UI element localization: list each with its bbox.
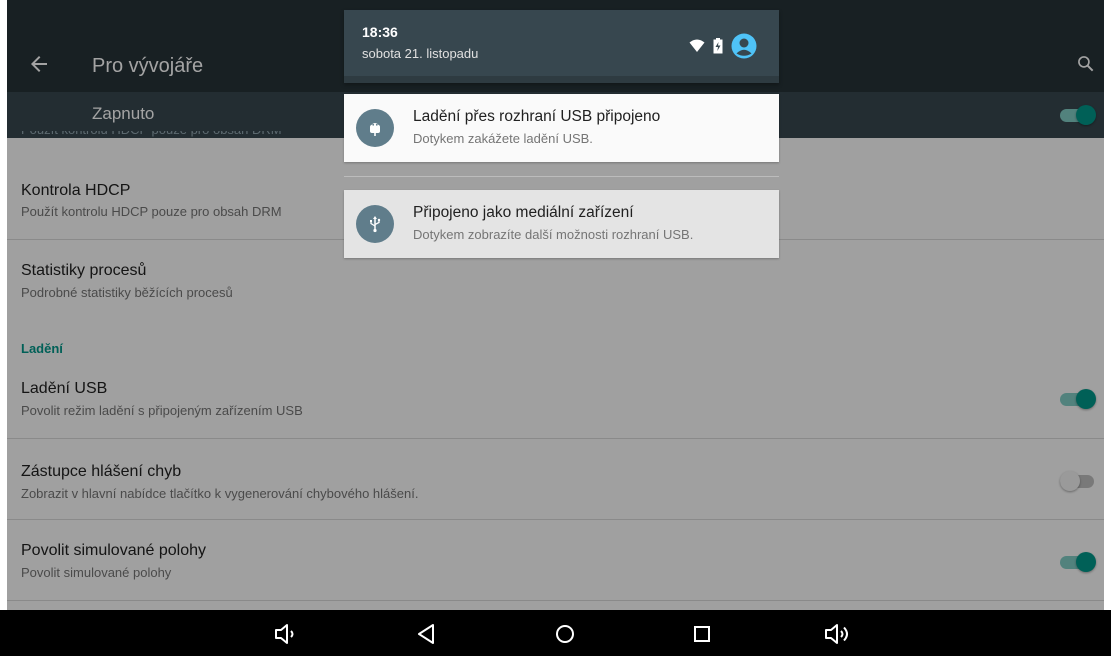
notification-title: Připojeno jako mediální zařízení <box>413 204 634 221</box>
shade-scrim[interactable] <box>7 0 1104 610</box>
usb-glyph <box>370 216 381 233</box>
battery-charging-icon <box>713 38 723 54</box>
usb-icon <box>356 205 394 243</box>
notification-divider <box>344 176 779 177</box>
volume-up-icon[interactable] <box>823 621 853 647</box>
home-icon[interactable] <box>552 621 578 647</box>
volume-down-icon[interactable] <box>273 621 299 647</box>
screen-stage: Pro vývojáře Zapnuto Použít kontrolu HDC… <box>0 0 1111 656</box>
shade-clock: 18:36 <box>362 24 398 40</box>
shade-header-edge <box>344 76 779 83</box>
right-border <box>1104 0 1111 656</box>
shade-date[interactable]: sobota 21. listopadu <box>362 46 478 61</box>
wifi-icon <box>689 39 705 52</box>
left-border <box>0 0 7 656</box>
navigation-bar <box>0 610 1111 656</box>
user-avatar-icon[interactable] <box>731 33 757 59</box>
android-debug-icon <box>356 109 394 147</box>
notification-text: Dotykem zakážete ladění USB. <box>413 131 593 146</box>
back-icon[interactable] <box>414 621 440 647</box>
notification-shade-header: 18:36 sobota 21. listopadu <box>344 10 779 83</box>
android-debug-glyph <box>370 123 380 136</box>
notification-text: Dotykem zobrazíte další možnosti rozhran… <box>413 227 694 242</box>
settings-screen: Pro vývojáře Zapnuto Použít kontrolu HDC… <box>7 0 1104 610</box>
recents-icon[interactable] <box>689 621 715 647</box>
notification-usb-debugging[interactable]: Ladění přes rozhraní USB připojeno Dotyk… <box>344 94 779 162</box>
notification-title: Ladění přes rozhraní USB připojeno <box>413 108 661 125</box>
notification-usb-media[interactable]: Připojeno jako mediální zařízení Dotykem… <box>344 190 779 258</box>
shade-status-icons <box>689 32 757 60</box>
